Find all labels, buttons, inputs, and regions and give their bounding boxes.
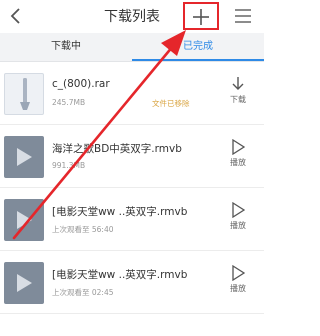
list-item[interactable]: 海洋之歌BD中英双字.rmvb 991.3MB 播放 [0,125,264,188]
item-progress: 上次观看至 02:45 [52,288,114,297]
tab-completed[interactable]: 已完成 [132,33,264,61]
add-button[interactable] [183,2,219,30]
item-size: 991.3MB [52,161,86,170]
action-label: 播放 [230,284,246,293]
play-button[interactable]: 播放 [224,139,252,168]
list-item[interactable]: [电影天堂ww ..英双字.rmvb 上次观看至 56:40 播放 [0,188,264,251]
video-thumbnail [4,199,44,241]
video-thumbnail [4,262,44,304]
item-status: 文件已移除 [152,99,190,108]
item-name: c_(800).rar [52,78,110,90]
play-button[interactable]: 播放 [224,202,252,231]
video-icon [17,211,32,229]
item-name: 海洋之歌BD中英双字.rmvb [52,143,182,155]
action-label: 播放 [230,158,246,167]
video-icon [17,274,32,292]
play-icon [232,265,245,281]
plus-icon [193,9,209,25]
file-thumbnail [4,73,44,115]
hamburger-icon[interactable] [233,7,253,25]
action-label: 下载 [230,95,246,104]
tab-indicator [132,59,264,61]
file-icon [20,78,30,110]
play-icon [232,139,245,155]
top-bar: 下载列表 [0,0,264,32]
item-name: [电影天堂ww ..英双字.rmvb [52,206,188,218]
item-size: 245.7MB [52,98,86,107]
list-item[interactable]: c_(800).rar 245.7MB 文件已移除 下载 [0,62,264,125]
download-icon [232,77,244,90]
tab-downloading[interactable]: 下载中 [0,33,132,61]
video-icon [17,148,32,166]
video-thumbnail [4,136,44,178]
action-label: 播放 [230,221,246,230]
play-icon [232,202,245,218]
tab-bar: 下载中 已完成 [0,33,264,62]
item-progress: 上次观看至 56:40 [52,225,114,234]
play-button[interactable]: 播放 [224,265,252,294]
list-item[interactable]: [电影天堂ww ..英双字.rmvb 上次观看至 02:45 播放 [0,251,264,314]
item-name: [电影天堂ww ..英双字.rmvb [52,269,188,281]
page-title: 下载列表 [104,9,160,25]
download-button[interactable]: 下载 [224,76,252,105]
